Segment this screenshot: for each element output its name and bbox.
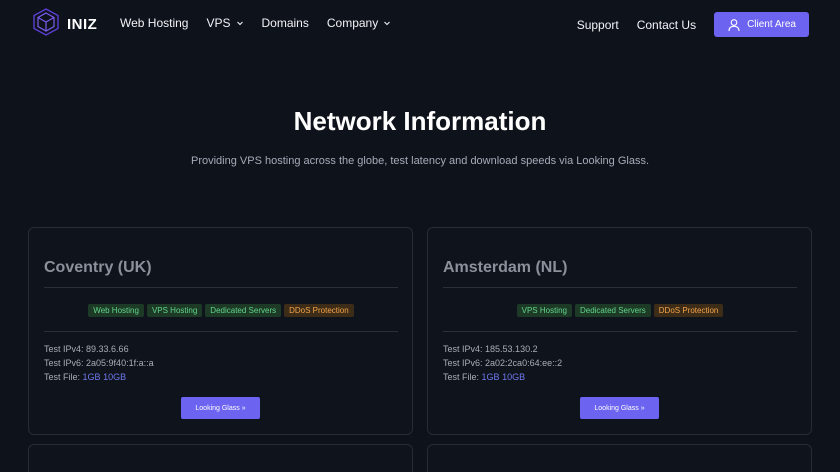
client-area-label: Client Area [747,19,796,30]
nav-support-label: Support [576,17,619,32]
looking-glass-button[interactable]: Looking Glass » [580,397,659,419]
client-area-button[interactable]: Client Area [714,12,809,37]
divider [44,331,398,332]
test-file-10gb-link[interactable]: 10GB [103,372,126,382]
test-info: Test IPv4: 89.33.6.66 Test IPv6: 2a05:9f… [44,342,154,384]
divider [443,287,797,288]
cube-logo-icon [32,7,60,41]
location-title: Amsterdam (NL) [443,259,568,276]
tag-ddos-protection: DDoS Protection [653,304,724,317]
nav-company-label: Company [326,16,379,30]
nav-contact[interactable]: Contact Us [637,18,696,32]
ipv6-label: Test IPv6: [443,358,483,368]
location-card-amsterdam: Amsterdam (NL) VPS Hosting Dedicated Ser… [427,227,812,435]
ipv4-value: 89.33.6.66 [86,344,129,354]
test-file-10gb-link[interactable]: 10GB [502,372,525,382]
top-navbar: INIZ Web Hosting VPS Domains Company Sup… [0,0,840,48]
tag-dedicated-servers: Dedicated Servers [205,304,282,317]
test-file-row: Test File: 1GB 10GB [44,370,154,384]
tag-ddos-protection: DDoS Protection [284,304,354,317]
nav-company[interactable]: Company [327,16,391,30]
ipv4-value: 185.53.130.2 [485,344,538,354]
tag-dedicated-servers: Dedicated Servers [574,304,651,317]
chevron-down-icon [236,21,243,26]
location-card-partial [28,444,413,472]
test-file-1gb-link[interactable]: 1GB [83,372,101,382]
nav-domains[interactable]: Domains [262,16,309,30]
page-title: Network Information [293,106,547,136]
nav-support[interactable]: Support [577,18,619,32]
tag-web-hosting: Web Hosting [88,304,144,317]
ipv4-row: Test IPv4: 185.53.130.2 [443,342,562,356]
ipv4-label: Test IPv4: [443,344,483,354]
tag-vps-hosting: VPS Hosting [146,304,203,317]
divider [443,331,797,332]
looking-glass-button[interactable]: Looking Glass » [181,397,260,419]
brand-name: INIZ [67,15,98,33]
nav-vps[interactable]: VPS [206,16,243,30]
nav-right: Support Contact Us Client Area [577,12,809,37]
nav-web-hosting-label: Web Hosting [120,16,189,30]
service-tags: VPS Hosting Dedicated Servers DDoS Prote… [443,304,797,317]
ipv6-value: 2a02:2ca0:64:ee::2 [485,358,563,368]
ipv6-row: Test IPv6: 2a05:9f40:1f:a::a [44,356,154,370]
tag-vps-hosting: VPS Hosting [516,304,572,317]
nav-contact-label: Contact Us [636,17,697,32]
location-title: Coventry (UK) [44,259,152,276]
ipv6-label: Test IPv6: [44,358,84,368]
test-file-label: Test File: [443,372,480,382]
nav-web-hosting[interactable]: Web Hosting [120,16,188,30]
test-file-1gb-link[interactable]: 1GB [482,372,500,382]
divider [44,287,398,288]
service-tags: Web Hosting VPS Hosting Dedicated Server… [44,304,398,317]
test-info: Test IPv4: 185.53.130.2 Test IPv6: 2a02:… [443,342,562,384]
location-card-partial [427,444,812,472]
brand-logo[interactable]: INIZ [32,7,98,41]
page: INIZ Web Hosting VPS Domains Company Sup… [0,0,840,472]
main-nav: Web Hosting VPS Domains Company [120,16,409,30]
ipv4-label: Test IPv4: [44,344,84,354]
test-file-row: Test File: 1GB 10GB [443,370,562,384]
nav-vps-label: VPS [206,16,231,30]
ipv6-row: Test IPv6: 2a02:2ca0:64:ee::2 [443,356,562,370]
location-card-coventry: Coventry (UK) Web Hosting VPS Hosting De… [28,227,413,435]
test-file-label: Test File: [44,372,81,382]
ipv4-row: Test IPv4: 89.33.6.66 [44,342,154,356]
ipv6-value: 2a05:9f40:1f:a::a [86,358,154,368]
nav-domains-label: Domains [261,16,309,30]
page-subtitle: Providing VPS hosting across the globe, … [191,155,649,167]
user-icon [728,18,740,31]
chevron-down-icon [384,21,391,26]
